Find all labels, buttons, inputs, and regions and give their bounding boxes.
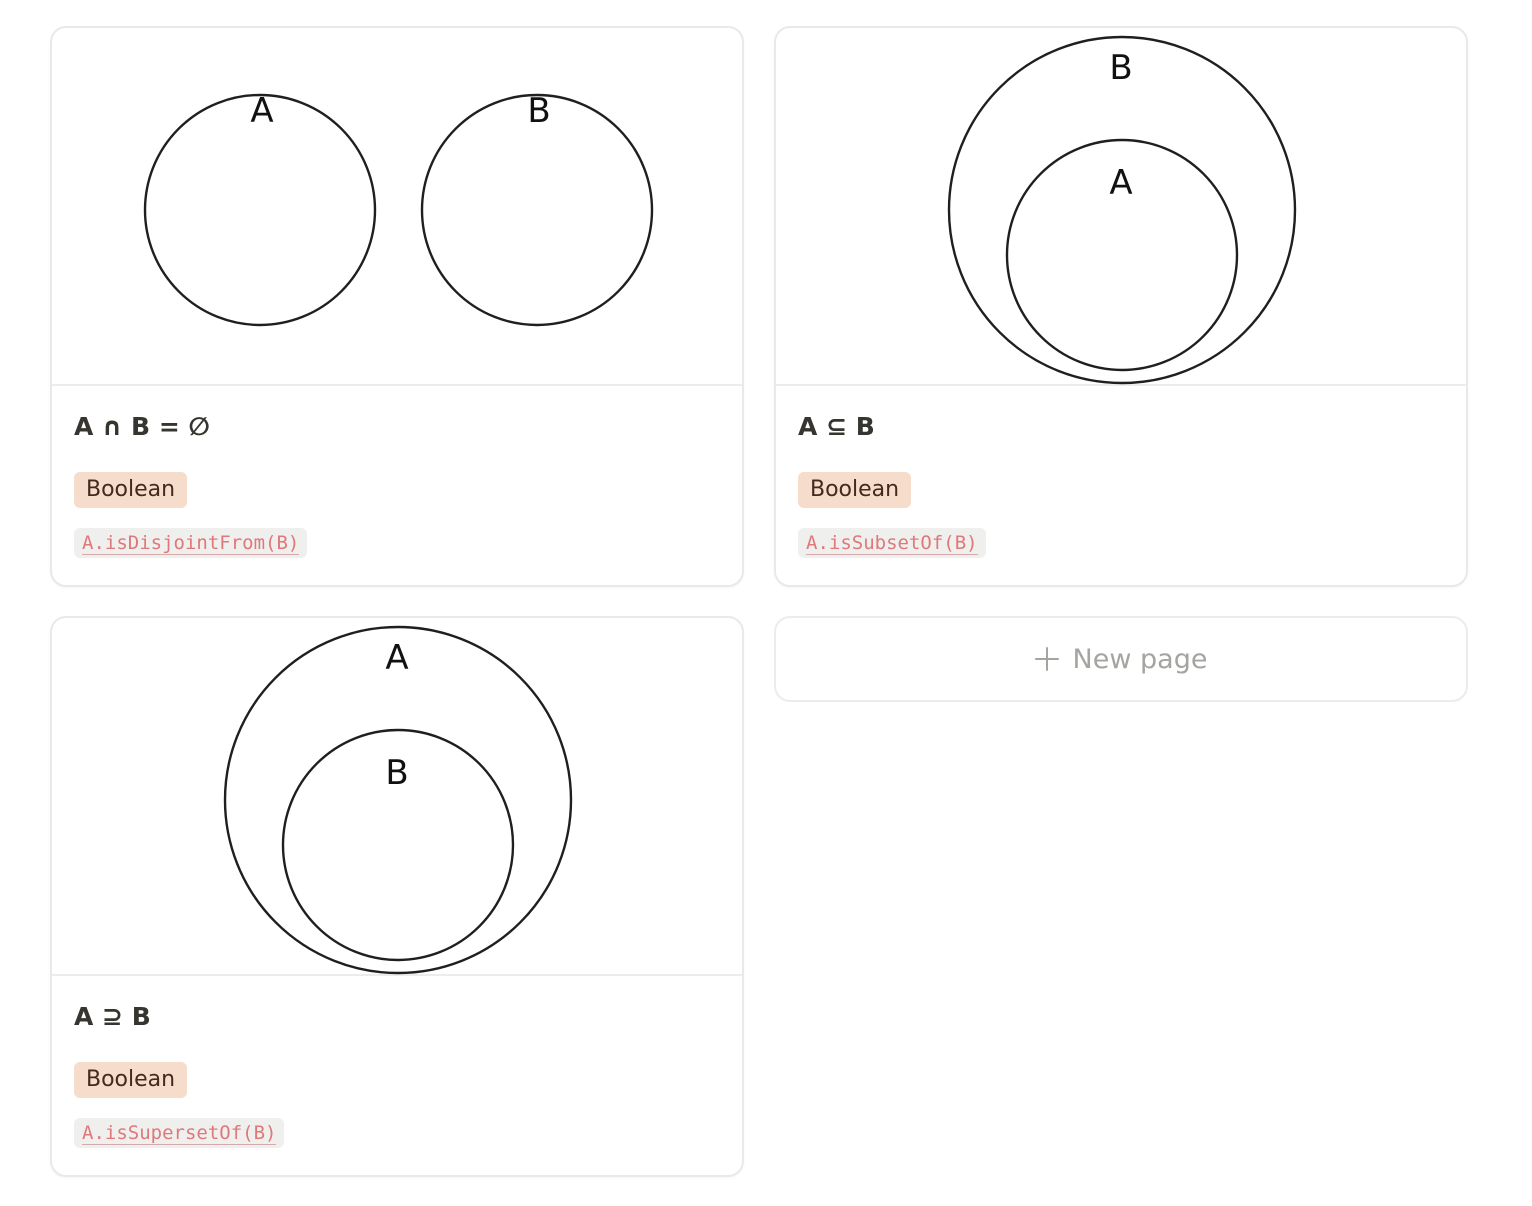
venn-diagram-subset: B A	[776, 28, 1466, 386]
set-b-label: B	[1109, 48, 1132, 88]
type-tag: Boolean	[798, 472, 912, 508]
code-snippet: A.isSubsetOf(B)	[798, 528, 986, 558]
code-snippet: A.isDisjointFrom(B)	[74, 528, 308, 558]
set-a-label: A	[1109, 163, 1132, 203]
gallery-card-subset[interactable]: B A A ⊆ B Boolean A.isSubsetOf(B)	[774, 26, 1468, 587]
card-title: A ⊇ B	[74, 1002, 151, 1031]
set-a-circle	[223, 625, 573, 975]
new-page-button[interactable]: New page	[774, 616, 1468, 702]
venn-diagram-superset: A B	[52, 618, 742, 976]
set-b-label: B	[527, 91, 550, 131]
gallery-view: A B A ∩ B = ∅ Boolean A.isDisjointFrom(B…	[0, 0, 1532, 1206]
set-a-label: A	[250, 91, 273, 131]
set-a-label: A	[385, 638, 408, 678]
card-title: A ⊆ B	[798, 412, 875, 441]
type-tag: Boolean	[74, 1062, 188, 1098]
set-b-circle	[947, 35, 1297, 385]
type-tag: Boolean	[74, 472, 188, 508]
venn-diagram-disjoint: A B	[52, 28, 742, 386]
set-b-label: B	[385, 753, 408, 793]
new-page-label: New page	[1072, 643, 1208, 675]
card-title: A ∩ B = ∅	[74, 412, 210, 441]
gallery-card-disjoint[interactable]: A B A ∩ B = ∅ Boolean A.isDisjointFrom(B…	[50, 26, 744, 587]
gallery-card-superset[interactable]: A B A ⊇ B Boolean A.isSupersetOf(B)	[50, 616, 744, 1177]
plus-icon	[1034, 647, 1059, 671]
code-snippet: A.isSupersetOf(B)	[74, 1118, 285, 1148]
